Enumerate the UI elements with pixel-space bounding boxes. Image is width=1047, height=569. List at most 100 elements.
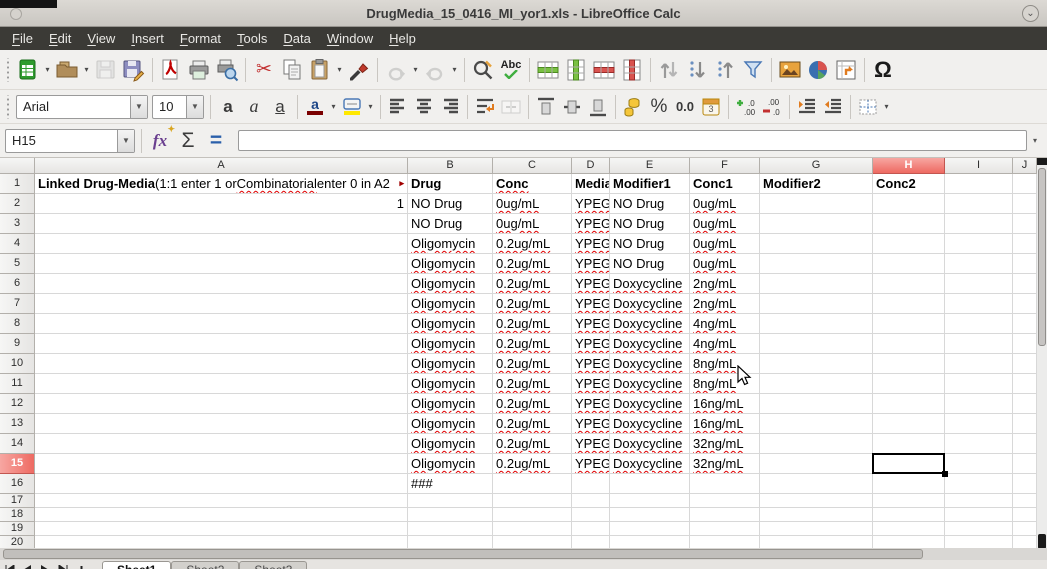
cell-F8[interactable]: 4ng/mL xyxy=(690,314,760,334)
undo-dropdown-icon[interactable]: ▾ xyxy=(410,65,421,74)
row-header-1[interactable]: 1 xyxy=(0,174,35,194)
sheet-tab-sheet2[interactable]: Sheet2 xyxy=(171,561,239,569)
italic-icon[interactable]: a xyxy=(241,94,267,120)
cell-G20[interactable] xyxy=(760,536,873,548)
cell-A7[interactable] xyxy=(35,294,408,314)
cell-D14[interactable]: YPEG xyxy=(572,434,610,454)
cell-C12[interactable]: 0.2ug/mL xyxy=(493,394,572,414)
cell-C18[interactable] xyxy=(493,508,572,522)
sum-icon[interactable]: Σ xyxy=(174,126,202,156)
align-center-icon[interactable] xyxy=(411,94,437,120)
cell-I12[interactable] xyxy=(945,394,1013,414)
cell-I8[interactable] xyxy=(945,314,1013,334)
cell-G8[interactable] xyxy=(760,314,873,334)
cell-D16[interactable] xyxy=(572,474,610,494)
cell-J9[interactable] xyxy=(1013,334,1037,354)
add-sheet-icon[interactable] xyxy=(74,563,88,569)
cell-A11[interactable] xyxy=(35,374,408,394)
cell-B11[interactable]: Oligomycin xyxy=(408,374,493,394)
cell-F13[interactable]: 16ng/mL xyxy=(690,414,760,434)
cell-I15[interactable] xyxy=(945,454,1013,474)
cell-E17[interactable] xyxy=(610,494,690,508)
cell-D10[interactable]: YPEG xyxy=(572,354,610,374)
highlight-color-icon[interactable] xyxy=(339,94,365,120)
column-header-E[interactable]: E xyxy=(610,158,690,174)
cell-H9[interactable] xyxy=(873,334,945,354)
font-name-dropdown[interactable]: ▼ xyxy=(130,96,147,118)
cell-H3[interactable] xyxy=(873,214,945,234)
cell-I19[interactable] xyxy=(945,522,1013,536)
cell-B10[interactable]: Oligomycin xyxy=(408,354,493,374)
cell-H17[interactable] xyxy=(873,494,945,508)
cell-A8[interactable] xyxy=(35,314,408,334)
cell-B9[interactable]: Oligomycin xyxy=(408,334,493,354)
row-header-7[interactable]: 7 xyxy=(0,294,35,314)
cell-J3[interactable] xyxy=(1013,214,1037,234)
cell-I4[interactable] xyxy=(945,234,1013,254)
column-header-J[interactable]: J xyxy=(1013,158,1037,174)
cell-H11[interactable] xyxy=(873,374,945,394)
name-box-dropdown[interactable]: ▼ xyxy=(117,130,134,152)
special-character-icon[interactable]: Ω xyxy=(869,55,897,85)
align-right-icon[interactable] xyxy=(437,94,463,120)
cell-B12[interactable]: Oligomycin xyxy=(408,394,493,414)
underline-icon[interactable]: a xyxy=(267,94,293,120)
cell-J7[interactable] xyxy=(1013,294,1037,314)
cell-A19[interactable] xyxy=(35,522,408,536)
center-vertically-icon[interactable] xyxy=(559,94,585,120)
cell-F20[interactable] xyxy=(690,536,760,548)
date-format-icon[interactable]: 3 xyxy=(698,94,724,120)
cell-A1[interactable]: Linked Drug-Media (1:1 enter 1 or Combin… xyxy=(35,174,408,194)
cell-H16[interactable] xyxy=(873,474,945,494)
cell-G6[interactable] xyxy=(760,274,873,294)
cell-C14[interactable]: 0.2ug/mL xyxy=(493,434,572,454)
cell-E10[interactable]: Doxycycline xyxy=(610,354,690,374)
last-sheet-icon[interactable] xyxy=(56,563,70,569)
cell-G12[interactable] xyxy=(760,394,873,414)
cell-J20[interactable] xyxy=(1013,536,1037,548)
cell-C11[interactable]: 0.2ug/mL xyxy=(493,374,572,394)
cell-E8[interactable]: Doxycycline xyxy=(610,314,690,334)
find-replace-icon[interactable] xyxy=(469,55,497,85)
cell-F3[interactable]: 0ug/mL xyxy=(690,214,760,234)
cell-D5[interactable]: YPEG xyxy=(572,254,610,274)
cell-I13[interactable] xyxy=(945,414,1013,434)
cell-H20[interactable] xyxy=(873,536,945,548)
cell-C20[interactable] xyxy=(493,536,572,548)
row-header-10[interactable]: 10 xyxy=(0,354,35,374)
cell-D13[interactable]: YPEG xyxy=(572,414,610,434)
cell-B4[interactable]: Oligomycin xyxy=(408,234,493,254)
row-header-5[interactable]: 5 xyxy=(0,254,35,274)
currency-icon[interactable] xyxy=(620,94,646,120)
cell-B14[interactable]: Oligomycin xyxy=(408,434,493,454)
menu-tools[interactable]: Tools xyxy=(229,27,275,50)
export-pdf-icon[interactable] xyxy=(157,55,185,85)
previous-sheet-icon[interactable] xyxy=(20,563,34,569)
cell-F9[interactable]: 4ng/mL xyxy=(690,334,760,354)
sort-descending-icon[interactable] xyxy=(683,55,711,85)
save-as-icon[interactable] xyxy=(120,55,148,85)
cell-G17[interactable] xyxy=(760,494,873,508)
align-left-icon[interactable] xyxy=(385,94,411,120)
menu-data[interactable]: Data xyxy=(275,27,318,50)
insert-rows-icon[interactable] xyxy=(534,55,562,85)
cell-J1[interactable] xyxy=(1013,174,1037,194)
font-name-combo[interactable]: Arial ▼ xyxy=(16,95,148,119)
cell-D7[interactable]: YPEG xyxy=(572,294,610,314)
first-sheet-icon[interactable] xyxy=(2,563,16,569)
sort-ascending-icon[interactable] xyxy=(711,55,739,85)
cell-G10[interactable] xyxy=(760,354,873,374)
cell-F4[interactable]: 0ug/mL xyxy=(690,234,760,254)
cell-D18[interactable] xyxy=(572,508,610,522)
cell-G9[interactable] xyxy=(760,334,873,354)
number-format-icon[interactable]: 0.0 xyxy=(672,94,698,120)
cell-D3[interactable]: YPEG xyxy=(572,214,610,234)
font-color-icon[interactable]: a xyxy=(302,94,328,120)
cell-A17[interactable] xyxy=(35,494,408,508)
cell-B20[interactable] xyxy=(408,536,493,548)
cell-D9[interactable]: YPEG xyxy=(572,334,610,354)
open-icon[interactable] xyxy=(53,55,81,85)
cell-G18[interactable] xyxy=(760,508,873,522)
row-header-12[interactable]: 12 xyxy=(0,394,35,414)
cell-J14[interactable] xyxy=(1013,434,1037,454)
